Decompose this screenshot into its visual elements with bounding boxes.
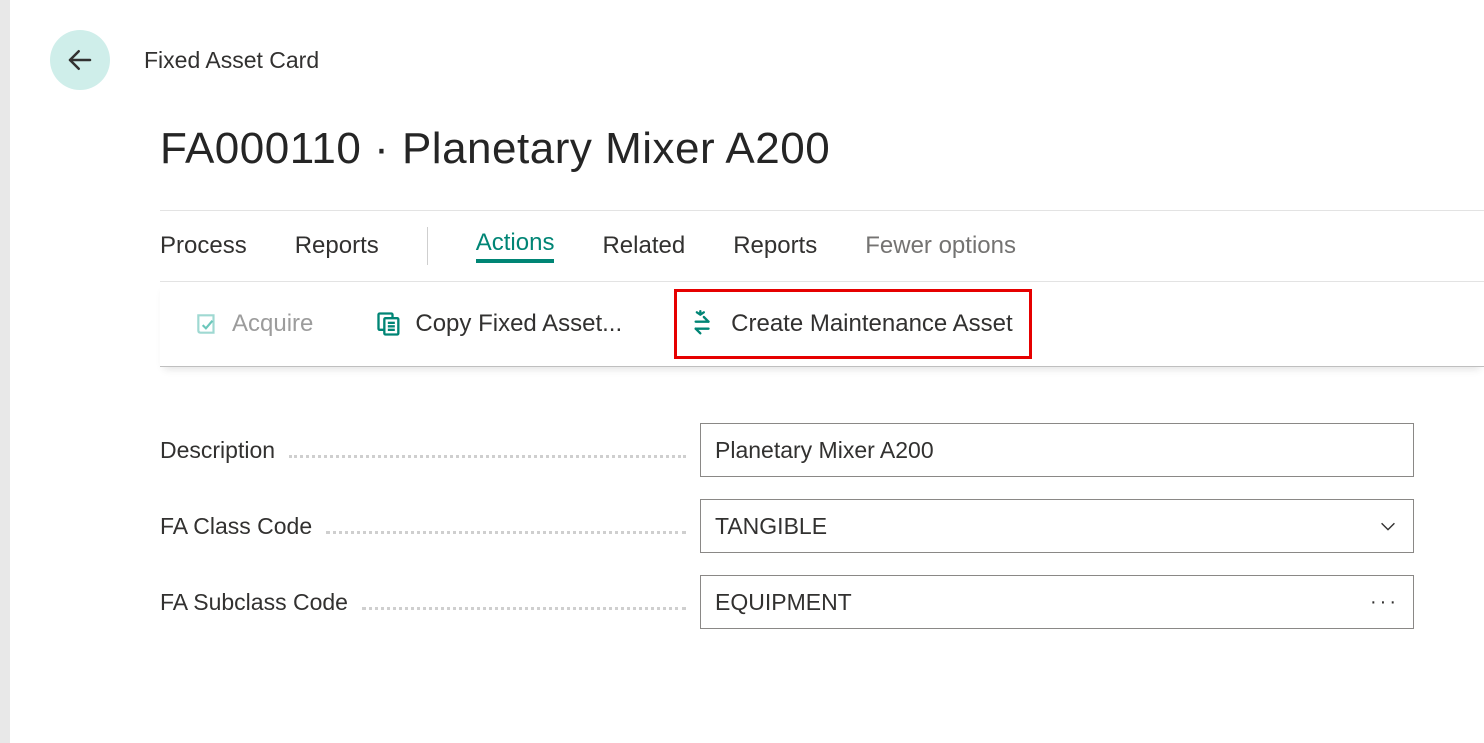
fa-class-input[interactable]: TANGIBLE — [700, 499, 1414, 553]
fa-class-label: FA Class Code — [160, 513, 312, 540]
tab-separator — [427, 227, 428, 265]
description-input[interactable]: Planetary Mixer A200 — [700, 423, 1414, 477]
dots-filler — [289, 455, 686, 458]
action-bar-container: Acquire Copy Fixed Asset... — [160, 281, 1484, 367]
fa-class-label-wrap: FA Class Code — [160, 513, 700, 540]
back-button[interactable] — [50, 30, 110, 90]
description-label: Description — [160, 437, 275, 464]
dots-filler — [326, 531, 686, 534]
description-label-wrap: Description — [160, 437, 700, 464]
tab-related[interactable]: Related — [602, 232, 685, 260]
tab-reports-1[interactable]: Reports — [295, 232, 379, 260]
page-title: FA000110 · Planetary Mixer A200 — [160, 124, 1484, 174]
header-row: Fixed Asset Card — [10, 0, 1484, 90]
tab-row: Process Reports Actions Related Reports … — [160, 211, 1484, 281]
create-asset-icon — [691, 310, 719, 338]
acquire-button[interactable]: Acquire — [184, 304, 323, 344]
copy-icon — [375, 310, 403, 338]
dots-filler — [362, 607, 686, 610]
breadcrumb: Fixed Asset Card — [144, 47, 319, 74]
tab-actions[interactable]: Actions — [476, 229, 555, 263]
arrow-left-icon — [65, 45, 95, 75]
description-value: Planetary Mixer A200 — [715, 437, 934, 464]
fa-subclass-label: FA Subclass Code — [160, 589, 348, 616]
tab-fewer-options[interactable]: Fewer options — [865, 232, 1016, 260]
row-description: Description Planetary Mixer A200 — [160, 423, 1414, 477]
fa-subclass-value: EQUIPMENT — [715, 589, 852, 616]
acquire-label: Acquire — [232, 310, 313, 338]
chevron-down-icon[interactable] — [1377, 515, 1399, 537]
acquire-icon — [194, 311, 220, 337]
fa-class-value: TANGIBLE — [715, 513, 827, 540]
create-maintenance-asset-button[interactable]: Create Maintenance Asset — [674, 289, 1032, 359]
copy-fixed-asset-button[interactable]: Copy Fixed Asset... — [365, 304, 632, 344]
row-fa-subclass: FA Subclass Code EQUIPMENT ··· — [160, 575, 1414, 629]
create-maintenance-label: Create Maintenance Asset — [731, 310, 1013, 338]
copy-label: Copy Fixed Asset... — [415, 310, 622, 338]
tab-reports-2[interactable]: Reports — [733, 232, 817, 260]
ellipsis-icon[interactable]: ··· — [1370, 591, 1399, 614]
row-fa-class: FA Class Code TANGIBLE — [160, 499, 1414, 553]
fa-subclass-label-wrap: FA Subclass Code — [160, 589, 700, 616]
form-area: Description Planetary Mixer A200 FA Clas… — [160, 423, 1484, 629]
action-bar: Acquire Copy Fixed Asset... — [160, 282, 1484, 366]
fa-subclass-input[interactable]: EQUIPMENT ··· — [700, 575, 1414, 629]
page-root: Fixed Asset Card FA000110 · Planetary Mi… — [0, 0, 1484, 743]
tab-process[interactable]: Process — [160, 232, 247, 260]
